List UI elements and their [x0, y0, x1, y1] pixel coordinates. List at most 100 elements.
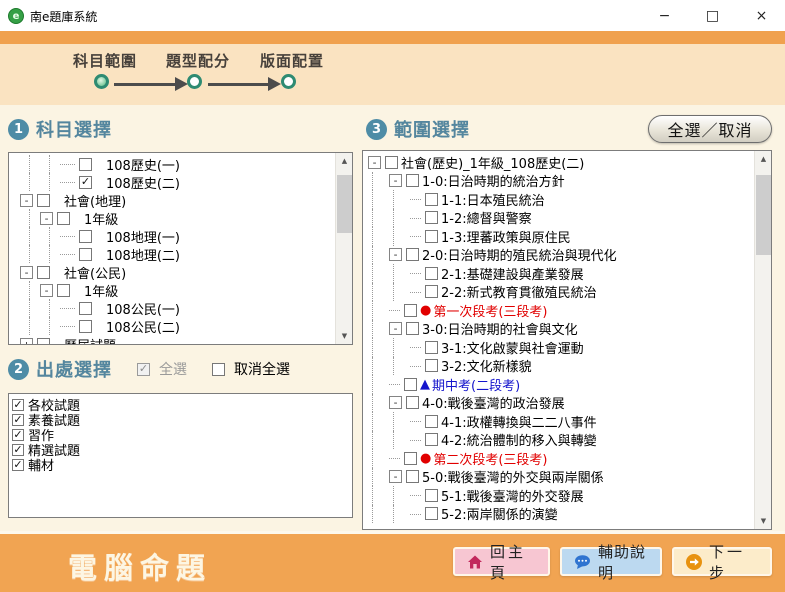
- tree-checkbox[interactable]: [57, 212, 70, 225]
- tree-node-label[interactable]: 4-1:政權轉換與二二八事件: [441, 412, 597, 431]
- tree-node-label[interactable]: 期中考(二段考): [432, 375, 520, 394]
- step-dot-1-icon[interactable]: [94, 74, 109, 89]
- tree-node-label[interactable]: 108地理(二): [106, 245, 180, 264]
- home-button[interactable]: 回主頁: [453, 547, 550, 576]
- maximize-button[interactable]: □: [690, 0, 735, 31]
- tree-checkbox[interactable]: [425, 359, 438, 372]
- next-step-button[interactable]: 下一步: [672, 547, 772, 576]
- deselect-all-checkbox[interactable]: [212, 363, 225, 376]
- tree-checkbox[interactable]: [79, 230, 92, 243]
- tree-node-label[interactable]: 1年級: [84, 281, 118, 300]
- tree-checkbox[interactable]: [57, 284, 70, 297]
- tree-node-label[interactable]: 108地理(一): [106, 227, 180, 246]
- tree-node-label[interactable]: 4-2:統治體制的移入與轉變: [441, 430, 597, 449]
- tree-checkbox[interactable]: [79, 320, 92, 333]
- tree-node-label[interactable]: 3-0:日治時期的社會與文化: [422, 319, 578, 338]
- scroll-down-icon[interactable]: ▼: [336, 328, 353, 344]
- tree-node-label[interactable]: 2-0:日治時期的殖民統治與現代化: [422, 245, 617, 264]
- scroll-down-icon[interactable]: ▼: [755, 513, 772, 529]
- tree-expander[interactable]: -: [20, 194, 33, 207]
- tree-checkbox[interactable]: [406, 322, 419, 335]
- tree-node-label[interactable]: 社會(公民): [64, 263, 126, 282]
- tree-node-label[interactable]: 2-2:新式教育貫徹殖民統治: [441, 282, 597, 301]
- select-all-checkbox[interactable]: [137, 363, 150, 376]
- source-checkbox[interactable]: [12, 399, 24, 411]
- select-toggle-button[interactable]: 全選／取消: [648, 115, 772, 143]
- tree-checkbox[interactable]: [425, 230, 438, 243]
- tree-node-label[interactable]: 5-1:戰後臺灣的外交發展: [441, 486, 584, 505]
- tree-node-label[interactable]: 3-2:文化新樣貌: [441, 356, 532, 375]
- tree-expander[interactable]: -: [389, 470, 402, 483]
- tree-node-label[interactable]: 5-0:戰後臺灣的外交與兩岸關係: [422, 467, 604, 486]
- tree-node-label[interactable]: 108公民(一): [106, 299, 180, 318]
- tree-expander[interactable]: +: [20, 338, 33, 346]
- tree-expander[interactable]: -: [389, 322, 402, 335]
- tree-node-label[interactable]: 第一次段考(三段考): [433, 301, 547, 320]
- tree-node-label[interactable]: 108歷史(二): [106, 173, 180, 192]
- close-button[interactable]: ×: [739, 0, 784, 31]
- tree-node-label[interactable]: 1-3:理蕃政策與原住民: [441, 227, 571, 246]
- tree-expander[interactable]: -: [389, 248, 402, 261]
- step-dot-2-icon[interactable]: [187, 74, 202, 89]
- tree-checkbox[interactable]: [425, 193, 438, 206]
- source-checkbox[interactable]: [12, 459, 24, 471]
- tree-node-label[interactable]: 1-2:總督與警察: [441, 208, 532, 227]
- tree-checkbox[interactable]: [79, 248, 92, 261]
- tree-checkbox[interactable]: [425, 507, 438, 520]
- tree-node-label[interactable]: 2-1:基礎建設與產業發展: [441, 264, 584, 283]
- step-dot-3-icon[interactable]: [281, 74, 296, 89]
- section-1-badge: 1: [8, 119, 29, 140]
- tree-checkbox[interactable]: [79, 302, 92, 315]
- tree-node-label[interactable]: 108公民(二): [106, 317, 180, 336]
- tree-expander[interactable]: -: [40, 284, 53, 297]
- tree-checkbox[interactable]: [425, 433, 438, 446]
- tree-node-label[interactable]: 社會(歷史)_1年級_108歷史(二): [401, 153, 584, 172]
- source-checkbox[interactable]: [12, 414, 24, 426]
- source-checkbox[interactable]: [12, 429, 24, 441]
- tree-node-label[interactable]: 社會(地理): [64, 191, 126, 210]
- minimize-button[interactable]: −: [642, 0, 687, 31]
- tree-node-label[interactable]: 4-0:戰後臺灣的政治發展: [422, 393, 565, 412]
- tree-checkbox[interactable]: [79, 158, 92, 171]
- source-checkbox[interactable]: [12, 444, 24, 456]
- tree-checkbox[interactable]: [425, 267, 438, 280]
- tree-expander[interactable]: -: [389, 396, 402, 409]
- tree-node-label[interactable]: 1-0:日治時期的統治方針: [422, 171, 565, 190]
- tree-node-label[interactable]: 第二次段考(三段考): [433, 449, 547, 468]
- tree-checkbox[interactable]: [404, 304, 417, 317]
- tree-checkbox[interactable]: [425, 211, 438, 224]
- tree-node-label[interactable]: 108歷史(一): [106, 155, 180, 174]
- subject-scrollbar[interactable]: ▲ ▼: [335, 153, 352, 344]
- tree-node-label[interactable]: 1年級: [84, 209, 118, 228]
- tree-checkbox[interactable]: [385, 156, 398, 169]
- scroll-thumb[interactable]: [756, 175, 771, 255]
- tree-node-label[interactable]: 歷屆試題: [64, 335, 116, 346]
- tree-expander[interactable]: -: [20, 266, 33, 279]
- tree-checkbox[interactable]: [425, 285, 438, 298]
- scroll-up-icon[interactable]: ▲: [336, 153, 353, 169]
- tree-checkbox[interactable]: [406, 470, 419, 483]
- tree-expander[interactable]: -: [368, 156, 381, 169]
- tree-checkbox[interactable]: [406, 396, 419, 409]
- range-scrollbar[interactable]: ▲ ▼: [754, 151, 771, 529]
- tree-expander[interactable]: -: [40, 212, 53, 225]
- tree-node-label[interactable]: 5-2:兩岸關係的演變: [441, 504, 558, 523]
- scroll-up-icon[interactable]: ▲: [755, 151, 772, 167]
- tree-checkbox[interactable]: [425, 415, 438, 428]
- tree-checkbox[interactable]: [425, 489, 438, 502]
- source-item-label[interactable]: 輔材: [28, 455, 54, 474]
- tree-checkbox[interactable]: [37, 338, 50, 346]
- tree-node-label[interactable]: 1-1:日本殖民統治: [441, 190, 545, 209]
- tree-node-label[interactable]: 3-1:文化啟蒙與社會運動: [441, 338, 584, 357]
- tree-checkbox[interactable]: [404, 378, 417, 391]
- scroll-thumb[interactable]: [337, 175, 352, 233]
- tree-checkbox[interactable]: [37, 194, 50, 207]
- tree-expander[interactable]: -: [389, 174, 402, 187]
- tree-checkbox[interactable]: [406, 248, 419, 261]
- tree-checkbox[interactable]: [37, 266, 50, 279]
- tree-checkbox[interactable]: [79, 176, 92, 189]
- help-button[interactable]: 輔助說明: [560, 547, 662, 576]
- tree-checkbox[interactable]: [425, 341, 438, 354]
- tree-checkbox[interactable]: [404, 452, 417, 465]
- tree-checkbox[interactable]: [406, 174, 419, 187]
